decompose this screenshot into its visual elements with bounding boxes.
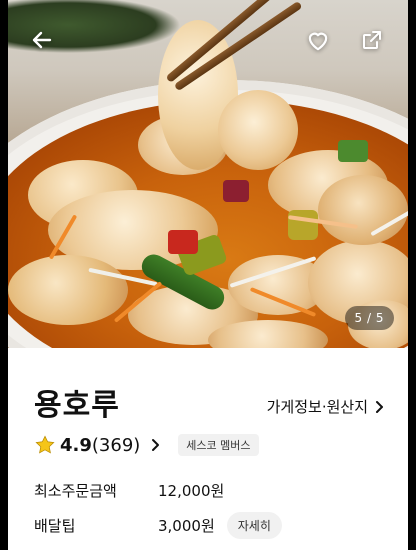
- chevron-right-icon: [376, 400, 383, 413]
- delivery-tip-label: 배달팁: [34, 517, 76, 535]
- min-order-value: 12,000원: [158, 482, 225, 500]
- min-order-label: 최소주문금액: [34, 482, 117, 500]
- restaurant-name: 용호루: [34, 388, 120, 423]
- delivery-tip-value: 3,000원: [158, 517, 215, 535]
- star-icon: [35, 435, 55, 454]
- delivery-tip-detail-button[interactable]: 자세히: [226, 512, 282, 539]
- rating-row[interactable]: 4.9 (369) 세스코 멤버스: [34, 434, 259, 456]
- rating-score: 4.9: [60, 434, 92, 456]
- back-button[interactable]: [24, 22, 60, 58]
- menu-photo[interactable]: 5 / 5: [8, 0, 408, 348]
- share-icon: [363, 31, 381, 49]
- review-chevron-button[interactable]: [148, 438, 162, 452]
- review-count: (369): [91, 434, 141, 456]
- store-info-label: 가게정보·원산지: [266, 398, 368, 416]
- chevron-right-icon: [152, 439, 160, 451]
- photo-counter: 5 / 5: [344, 306, 394, 330]
- store-info-link[interactable]: 가게정보·원산지: [267, 396, 386, 417]
- delivery-tip-row: 배달팁 3,000원 자세히: [34, 512, 282, 539]
- favorite-button[interactable]: [300, 22, 336, 58]
- restaurant-info: 용호루 가게정보·원산지 4.9 (369) 세스코 멤버스 최소주문금액 12…: [8, 348, 408, 550]
- heart-icon: [308, 32, 328, 51]
- back-arrow-icon: [32, 31, 52, 49]
- app-screen: 5 / 5 용호루 가게정보·원산지 4.9 (369) 세스코 멤버스 최소주…: [8, 0, 408, 550]
- min-order-row: 최소주문금액 12,000원: [34, 480, 224, 501]
- cesco-badge: 세스코 멤버스: [178, 434, 259, 456]
- share-button[interactable]: [354, 22, 390, 58]
